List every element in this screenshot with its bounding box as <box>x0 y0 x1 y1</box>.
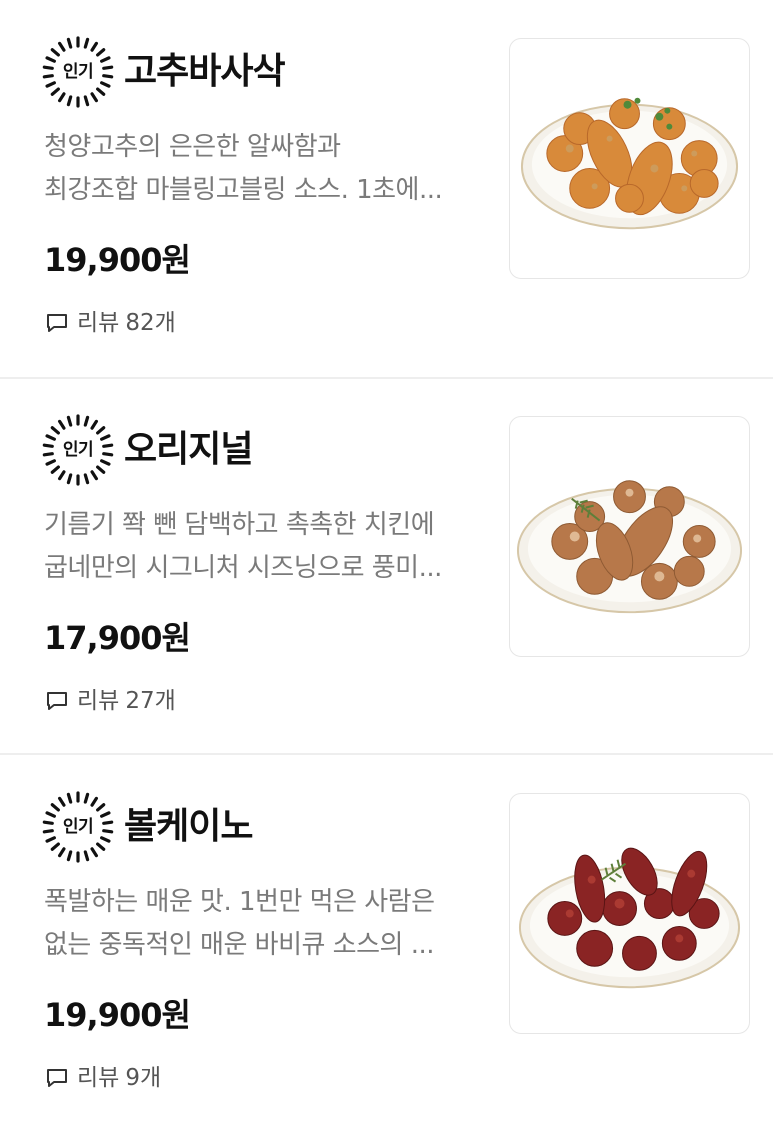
menu-item-name[interactable]: 볼케이노 <box>124 801 253 853</box>
menu-item-image[interactable] <box>509 416 750 657</box>
description-line: 기름기 쫙 뺀 담백하고 촉촉한 치킨에 <box>44 510 435 540</box>
badge-label: 인기 <box>62 440 94 460</box>
menu-item[interactable]: 인기 볼케이노 폭발하는 매운 맛. 1번만 먹은 사람은 없는 중독적인 매운… <box>0 755 773 1123</box>
menu-item[interactable]: 인기 오리지널 기름기 쫙 뺀 담백하고 촉촉한 치킨에 굽네만의 시그니처 시… <box>0 378 773 754</box>
chicken-plate-image <box>516 480 743 614</box>
description-line: 굽네만의 시그니처 시즈닝으로 풍미... <box>44 553 442 583</box>
review-link[interactable]: 리뷰 9개 <box>45 1061 161 1095</box>
popular-badge: 인기 <box>42 791 114 863</box>
popular-badge: 인기 <box>42 414 114 486</box>
review-link[interactable]: 리뷰 27개 <box>45 684 176 718</box>
description-line: 청양고추의 은은한 알싸함과 <box>44 132 341 162</box>
chicken-plate-image <box>520 97 739 230</box>
speech-bubble-icon <box>47 1069 67 1087</box>
review-label: 리뷰 <box>77 1065 120 1091</box>
description-line: 폭발하는 매운 맛. 1번만 먹은 사람은 <box>44 887 435 917</box>
review-count: 9개 <box>125 1065 162 1091</box>
review-link[interactable]: 리뷰 82개 <box>45 306 176 340</box>
menu-item-image[interactable] <box>509 793 750 1034</box>
menu-item-price: 17,900원 <box>44 619 191 657</box>
badge-label: 인기 <box>62 817 94 837</box>
review-count: 27개 <box>125 688 176 714</box>
description-line: 없는 중독적인 매운 바비큐 소스의 ... <box>44 930 435 960</box>
menu-item-price: 19,900원 <box>44 241 191 279</box>
description-line: 최강조합 마블링고블링 소스. 1초에... <box>44 175 443 205</box>
badge-label: 인기 <box>62 62 94 82</box>
menu-item-description: 기름기 쫙 뺀 담백하고 촉촉한 치킨에 굽네만의 시그니처 시즈닝으로 풍미.… <box>44 504 489 590</box>
menu-item-description: 청양고추의 은은한 알싸함과 최강조합 마블링고블링 소스. 1초에... <box>44 126 489 212</box>
review-label: 리뷰 <box>77 310 120 336</box>
menu-list: 인기 고추바사삭 청양고추의 은은한 알싸함과 최강조합 마블링고블링 소스. … <box>0 0 773 1123</box>
review-count: 82개 <box>125 310 176 336</box>
menu-item-image[interactable] <box>509 38 750 279</box>
menu-item-description: 폭발하는 매운 맛. 1번만 먹은 사람은 없는 중독적인 매운 바비큐 소스의… <box>44 881 489 967</box>
menu-item[interactable]: 인기 고추바사삭 청양고추의 은은한 알싸함과 최강조합 마블링고블링 소스. … <box>0 0 773 376</box>
chicken-plate-image <box>518 847 741 989</box>
popular-badge: 인기 <box>42 36 114 108</box>
speech-bubble-icon <box>47 314 67 332</box>
menu-item-price: 19,900원 <box>44 996 191 1034</box>
speech-bubble-icon <box>47 692 67 710</box>
review-label: 리뷰 <box>77 688 120 714</box>
menu-item-name[interactable]: 오리지널 <box>124 424 253 476</box>
menu-item-name[interactable]: 고추바사삭 <box>124 46 286 98</box>
